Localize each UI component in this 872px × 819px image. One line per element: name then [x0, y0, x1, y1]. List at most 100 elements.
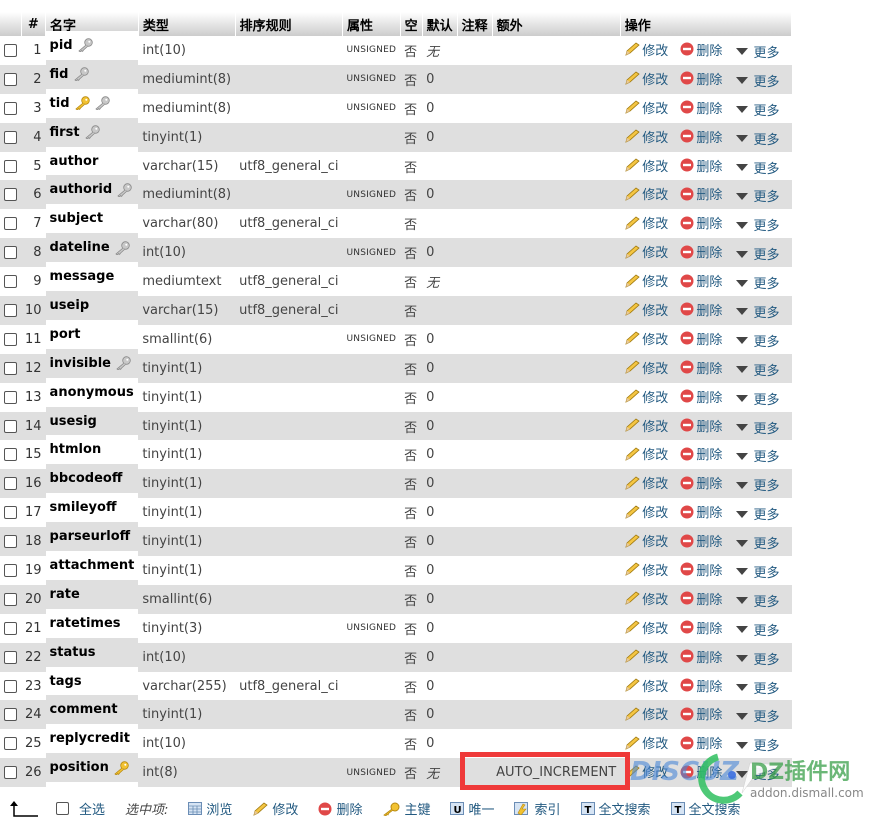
- drop-column-button[interactable]: 删除: [680, 300, 722, 319]
- edit-column-button[interactable]: 修改: [624, 271, 668, 290]
- column-name[interactable]: subject: [50, 211, 104, 226]
- bulk-drop-button[interactable]: 删除: [318, 799, 362, 818]
- row-checkbox[interactable]: [4, 72, 17, 86]
- more-actions-dropdown[interactable]: 更多: [735, 360, 780, 379]
- header-comment[interactable]: 注释: [457, 12, 493, 36]
- edit-column-button[interactable]: 修改: [624, 213, 668, 232]
- bulk-index-button[interactable]: 索引: [514, 799, 561, 818]
- edit-column-button[interactable]: 修改: [624, 762, 668, 781]
- more-actions-dropdown[interactable]: 更多: [735, 186, 780, 205]
- row-checkbox[interactable]: [4, 477, 17, 491]
- row-checkbox[interactable]: [4, 535, 17, 549]
- drop-column-button[interactable]: 删除: [680, 647, 722, 666]
- row-checkbox[interactable]: [4, 419, 17, 433]
- header-type[interactable]: 类型: [138, 12, 236, 36]
- row-checkbox[interactable]: [4, 130, 17, 144]
- drop-column-button[interactable]: 删除: [680, 444, 722, 463]
- edit-column-button[interactable]: 修改: [624, 329, 668, 348]
- more-actions-dropdown[interactable]: 更多: [735, 331, 780, 350]
- column-name[interactable]: ratetimes: [50, 616, 121, 631]
- drop-column-button[interactable]: 删除: [680, 127, 722, 146]
- edit-column-button[interactable]: 修改: [624, 69, 668, 88]
- header-collation[interactable]: 排序规则: [235, 12, 343, 36]
- edit-column-button[interactable]: 修改: [624, 704, 668, 723]
- select-all-label[interactable]: 全选: [79, 799, 105, 818]
- column-name[interactable]: dateline: [50, 240, 110, 255]
- more-actions-dropdown[interactable]: 更多: [735, 389, 780, 408]
- column-name[interactable]: author: [50, 154, 99, 169]
- drop-column-button[interactable]: 删除: [680, 40, 722, 59]
- more-actions-dropdown[interactable]: 更多: [735, 418, 780, 437]
- header-extra[interactable]: 额外: [492, 12, 621, 36]
- column-name[interactable]: message: [50, 269, 115, 284]
- bulk-fulltext-button[interactable]: T 全文搜索: [580, 799, 651, 818]
- column-name[interactable]: status: [50, 645, 96, 660]
- column-name[interactable]: anonymous: [50, 385, 134, 400]
- edit-column-button[interactable]: 修改: [624, 502, 668, 521]
- edit-column-button[interactable]: 修改: [624, 242, 668, 261]
- drop-column-button[interactable]: 删除: [680, 618, 722, 637]
- drop-column-button[interactable]: 删除: [680, 560, 722, 579]
- drop-column-button[interactable]: 删除: [680, 733, 722, 752]
- column-name[interactable]: tags: [50, 674, 82, 689]
- more-actions-dropdown[interactable]: 更多: [735, 678, 780, 697]
- row-checkbox[interactable]: [4, 679, 17, 693]
- column-name[interactable]: parseurloff: [50, 529, 131, 544]
- row-checkbox[interactable]: [4, 592, 17, 606]
- row-checkbox[interactable]: [4, 246, 17, 260]
- drop-column-button[interactable]: 删除: [680, 242, 722, 261]
- drop-column-button[interactable]: 删除: [680, 156, 722, 175]
- edit-column-button[interactable]: 修改: [624, 589, 668, 608]
- column-name[interactable]: replycredit: [50, 731, 130, 746]
- edit-column-button[interactable]: 修改: [624, 184, 668, 203]
- header-attributes[interactable]: 属性: [342, 12, 401, 36]
- more-actions-dropdown[interactable]: 更多: [735, 533, 780, 552]
- checkbox-icon[interactable]: [56, 802, 69, 815]
- row-checkbox[interactable]: [4, 563, 17, 577]
- more-actions-dropdown[interactable]: 更多: [735, 71, 780, 90]
- edit-column-button[interactable]: 修改: [624, 358, 668, 377]
- drop-column-button[interactable]: 删除: [680, 473, 722, 492]
- bulk-unique-button[interactable]: U 唯一: [450, 799, 494, 818]
- column-name[interactable]: authorid: [50, 182, 113, 197]
- column-name[interactable]: invisible: [50, 356, 111, 371]
- column-name[interactable]: position: [50, 760, 109, 775]
- more-actions-dropdown[interactable]: 更多: [735, 215, 780, 234]
- row-checkbox[interactable]: [4, 101, 17, 115]
- drop-column-button[interactable]: 删除: [680, 69, 722, 88]
- more-actions-dropdown[interactable]: 更多: [735, 475, 780, 494]
- header-num[interactable]: #: [21, 12, 47, 36]
- more-actions-dropdown[interactable]: 更多: [735, 158, 780, 177]
- row-checkbox[interactable]: [4, 361, 17, 375]
- row-checkbox[interactable]: [4, 737, 17, 751]
- edit-column-button[interactable]: 修改: [624, 618, 668, 637]
- edit-column-button[interactable]: 修改: [624, 300, 668, 319]
- row-checkbox[interactable]: [4, 332, 17, 346]
- more-actions-dropdown[interactable]: 更多: [735, 649, 780, 668]
- row-checkbox[interactable]: [4, 766, 17, 780]
- drop-column-button[interactable]: 删除: [680, 271, 722, 290]
- drop-column-button[interactable]: 删除: [680, 213, 722, 232]
- edit-column-button[interactable]: 修改: [624, 127, 668, 146]
- more-actions-dropdown[interactable]: 更多: [735, 100, 780, 119]
- drop-column-button[interactable]: 删除: [680, 762, 722, 781]
- row-checkbox[interactable]: [4, 217, 17, 231]
- drop-column-button[interactable]: 删除: [680, 387, 722, 406]
- column-name[interactable]: useip: [50, 298, 90, 313]
- column-name[interactable]: tid: [50, 96, 70, 111]
- edit-column-button[interactable]: 修改: [624, 676, 668, 695]
- edit-column-button[interactable]: 修改: [624, 647, 668, 666]
- row-checkbox[interactable]: [4, 159, 17, 173]
- column-name[interactable]: htmlon: [50, 442, 102, 457]
- row-checkbox[interactable]: [4, 390, 17, 404]
- header-default[interactable]: 默认: [422, 12, 458, 36]
- row-checkbox[interactable]: [4, 448, 17, 462]
- more-actions-dropdown[interactable]: 更多: [735, 129, 780, 148]
- more-actions-dropdown[interactable]: 更多: [735, 504, 780, 523]
- header-null[interactable]: 空: [400, 12, 423, 36]
- more-actions-dropdown[interactable]: 更多: [735, 620, 780, 639]
- edit-column-button[interactable]: 修改: [624, 560, 668, 579]
- column-name[interactable]: usesig: [50, 414, 97, 429]
- more-actions-dropdown[interactable]: 更多: [735, 302, 780, 321]
- row-checkbox[interactable]: [4, 621, 17, 635]
